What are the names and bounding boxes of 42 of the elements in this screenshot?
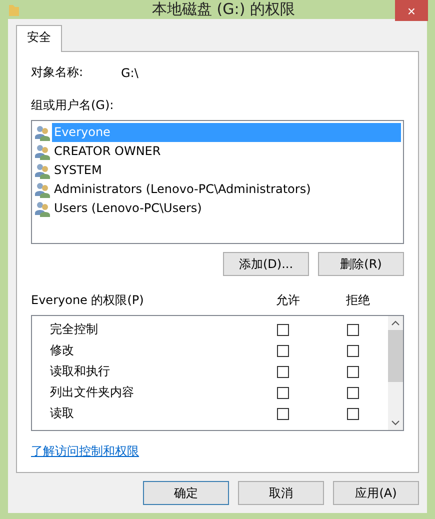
user-item[interactable]: SYSTEM <box>52 161 401 180</box>
deny-checkbox[interactable] <box>347 386 359 398</box>
deny-checkbox[interactable] <box>347 344 359 356</box>
remove-button[interactable]: 删除(R) <box>318 252 404 276</box>
users-icon <box>34 144 52 160</box>
allow-checkbox[interactable] <box>277 386 289 398</box>
permissions-label: Everyone 的权限(P) <box>31 292 145 309</box>
users-icon <box>34 182 52 198</box>
user-item[interactable]: CREATOR OWNER <box>52 142 401 161</box>
tab[interactable]: 安全 <box>16 25 62 52</box>
deny-checkbox[interactable] <box>347 366 359 378</box>
cancel-button[interactable]: 取消 <box>238 481 324 505</box>
allow-checkbox[interactable] <box>277 324 289 336</box>
user-item[interactable]: Administrators (Lenovo-PC\Administrators) <box>52 180 401 199</box>
scrollbar[interactable] <box>388 316 403 430</box>
user-item[interactable]: Users (Lenovo-PC\Users) <box>52 199 401 218</box>
allow-checkbox[interactable] <box>277 344 289 356</box>
apply-button[interactable]: 应用(A) <box>333 481 419 505</box>
groups-label: 组或用户名(G): <box>31 97 115 114</box>
permission-name: 完全控制 <box>50 321 99 338</box>
allow-checkbox[interactable] <box>277 366 289 378</box>
users-icon <box>34 200 52 216</box>
deny-checkbox[interactable] <box>347 324 359 336</box>
window-title: 本地磁盘 (G:) 的权限 <box>152 0 295 19</box>
users-icon <box>34 162 52 178</box>
deny-checkbox[interactable] <box>347 408 359 420</box>
permission-name: 列出文件夹内容 <box>50 384 135 401</box>
help-link[interactable]: 了解访问控制和权限 <box>31 444 139 458</box>
deny-header: 拒绝 <box>346 292 370 309</box>
object-value: G:\ <box>121 66 138 80</box>
add-button[interactable]: 添加(D)... <box>223 252 309 276</box>
object-label: 对象名称: <box>31 64 84 81</box>
scroll-up-icon[interactable] <box>391 320 400 326</box>
permission-name: 读取 <box>50 405 75 422</box>
allow-checkbox[interactable] <box>277 408 289 420</box>
close-button[interactable]: × <box>395 0 428 21</box>
users-icon <box>34 124 52 140</box>
allow-header: 允许 <box>276 292 301 309</box>
permission-name: 修改 <box>50 342 75 359</box>
ok-button[interactable]: 确定 <box>143 481 229 505</box>
permission-name: 读取和执行 <box>50 363 111 380</box>
scroll-down-icon[interactable] <box>391 420 400 426</box>
